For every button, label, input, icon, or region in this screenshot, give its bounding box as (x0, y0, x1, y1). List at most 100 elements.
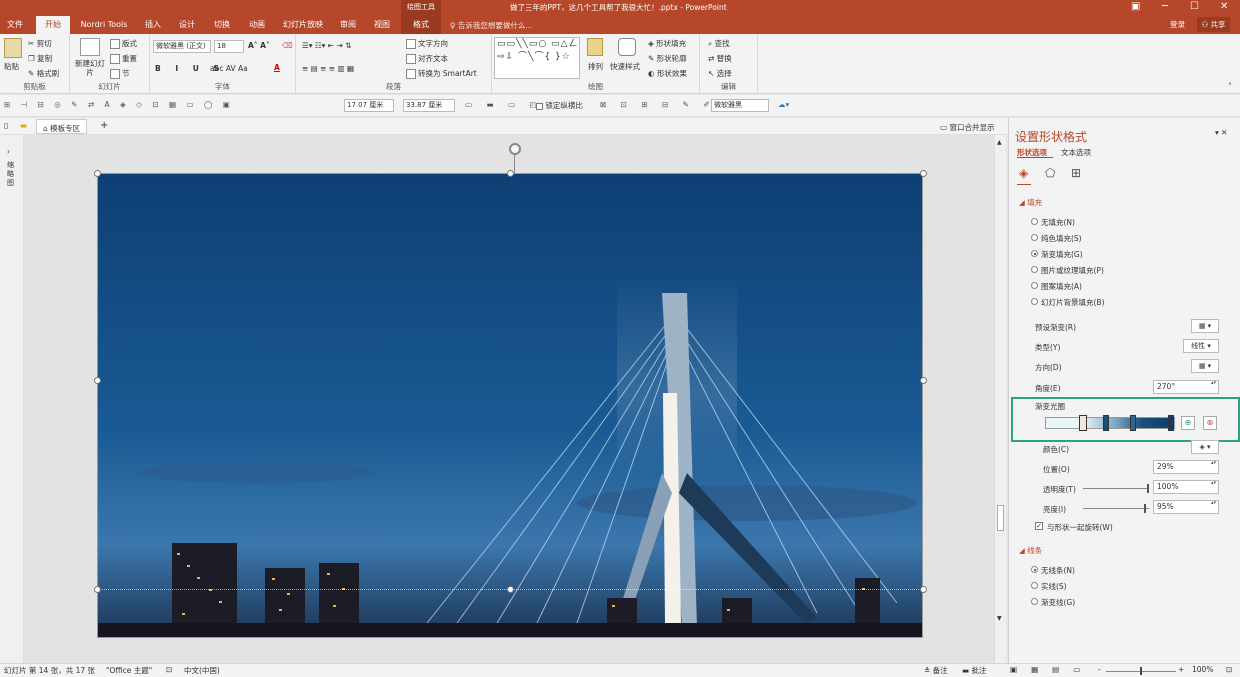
preset-gradient-dropdown[interactable]: ▦ ▾ (1191, 319, 1219, 333)
tab-transitions[interactable]: 切换 (206, 16, 238, 34)
find-button[interactable]: ⌕ 查找 (708, 38, 730, 49)
brightness-input[interactable]: 95% (1153, 500, 1219, 514)
tab-view[interactable]: 视图 (366, 16, 398, 34)
tab-slideshow[interactable]: 幻灯片放映 (276, 16, 330, 34)
maximize-icon[interactable]: ☐ (1190, 1, 1199, 13)
brightness-slider-thumb[interactable] (1144, 504, 1146, 513)
tab-design[interactable]: 设计 (172, 16, 202, 34)
spellcheck-icon[interactable]: ⊡ (166, 665, 172, 674)
align-text-button[interactable]: 对齐文本 (406, 53, 448, 64)
tab-insert[interactable]: 插入 (138, 16, 168, 34)
lock-ratio-checkbox[interactable]: 锁定纵横比 (536, 100, 583, 111)
line-section-header[interactable]: ◢ 线条 (1019, 545, 1042, 556)
tab-home[interactable]: 开始 (36, 16, 70, 34)
resize-handle-tr[interactable] (920, 170, 927, 177)
picture-fill-radio[interactable] (1031, 266, 1038, 273)
scroll-up-icon[interactable]: ▲ (997, 139, 1002, 146)
direction-dropdown[interactable]: ▦ ▾ (1191, 359, 1219, 373)
grow-font-icon[interactable]: A˄ A˅ (248, 41, 270, 50)
pane-options-icon[interactable]: ▾ ✕ (1215, 128, 1227, 137)
reset-button[interactable]: 重置 (110, 53, 137, 64)
transparency-slider-thumb[interactable] (1147, 484, 1149, 493)
resize-handle-tl[interactable] (94, 170, 101, 177)
transparency-slider-track[interactable] (1083, 488, 1149, 489)
type-dropdown[interactable]: 线性 ▾ (1183, 339, 1219, 353)
effects-pentagon-icon[interactable]: ⬠ (1045, 166, 1055, 180)
tab-text-options[interactable]: 文本选项 (1061, 147, 1091, 158)
fill-section-header[interactable]: ◢ 填充 (1019, 197, 1042, 208)
format-painter-button[interactable]: ✎ 格式刷 (28, 68, 59, 79)
arrange-icon[interactable] (587, 38, 603, 56)
align-buttons[interactable]: ≡ ▤ ≡ ≡ ▥ ▦ (302, 64, 354, 73)
expand-thumbnails-icon[interactable]: › (7, 147, 10, 156)
resize-handle-l[interactable] (94, 377, 101, 384)
merge-window-button[interactable]: ▭ 窗口合并显示 (940, 122, 994, 133)
fit-slide-icon[interactable]: ⊡ (1226, 665, 1232, 674)
resize-handle-r[interactable] (920, 377, 927, 384)
brightness-slider-track[interactable] (1083, 508, 1149, 509)
layout-button[interactable]: 版式 (110, 38, 137, 49)
paste-button[interactable]: 粘贴 (4, 61, 19, 72)
font-color-icon[interactable]: A (274, 63, 280, 72)
login-link[interactable]: 登录 (1170, 19, 1185, 30)
collapse-ribbon-icon[interactable]: ˄ (1228, 82, 1232, 91)
smartart-button[interactable]: 转换为 SmartArt (406, 68, 477, 79)
shapes-gallery[interactable]: ▭▭╲╲▭○ ▭△ㄥ⇨⇩ ⌒╲⌒{ }☆ (494, 37, 580, 79)
resize-handle-bl[interactable] (94, 586, 101, 593)
shape-effects-button[interactable]: ◐ 形状效果 (648, 68, 687, 79)
clear-format-icon[interactable]: ⌫ (282, 41, 293, 50)
tab-review[interactable]: 审阅 (334, 16, 362, 34)
quick-styles-button[interactable]: 快速样式 (610, 61, 640, 72)
cut-button[interactable]: ✂ 剪切 (28, 38, 52, 49)
add-stop-icon[interactable]: ⊕ (1181, 416, 1195, 430)
font-size-combo[interactable]: 18 (214, 40, 244, 53)
scroll-down-icon[interactable]: ▼ (997, 615, 1002, 622)
new-slide-button[interactable]: 新建幻灯片 (75, 59, 105, 77)
rotate-handle-icon[interactable] (509, 143, 521, 155)
folder-icon[interactable]: ▬ (20, 121, 27, 130)
gradient-stop-4[interactable] (1168, 415, 1174, 431)
copy-button[interactable]: ❐ 复制 (28, 53, 52, 64)
paste-icon[interactable] (4, 38, 22, 58)
quick-styles-icon[interactable] (618, 38, 636, 56)
quick-tool-icons-right[interactable]: ⊠ ⊡ ⊞ ⊟ ✎ ✐ (600, 100, 716, 109)
scroll-thumb[interactable] (997, 505, 1004, 531)
background-fill-radio[interactable] (1031, 298, 1038, 305)
quick-tool-icons-mid[interactable]: ▭ ▬ ▭ ◰ (465, 100, 543, 109)
gradient-stop-3[interactable] (1130, 415, 1136, 431)
size-properties-icon[interactable]: ⊞ (1071, 166, 1081, 180)
shape-outline-button[interactable]: ✎ 形状轮廓 (648, 53, 687, 64)
list-buttons[interactable]: ☰▾ ☷▾ ⇤ ⇥ ⇅ (302, 41, 351, 50)
gradient-stop-2[interactable] (1103, 415, 1109, 431)
shape-fill-button[interactable]: ◈ 形状填充 (648, 38, 686, 49)
new-slide-icon[interactable] (80, 38, 100, 56)
new-doc-icon[interactable]: ▯ (4, 121, 8, 130)
qat-font-combo[interactable]: 微软雅黑 (711, 99, 769, 112)
no-line-radio[interactable] (1031, 566, 1038, 573)
rotate-with-shape-checkbox[interactable]: ✓ (1035, 522, 1043, 530)
tab-animations[interactable]: 动画 (242, 16, 272, 34)
fill-line-icon[interactable]: ◈ (1019, 166, 1028, 180)
view-buttons[interactable]: ▣▦▤▭ (1010, 665, 1094, 674)
add-tab-icon[interactable]: + (100, 120, 108, 131)
zoom-level[interactable]: 100% (1192, 665, 1213, 674)
angle-input[interactable]: 270° (1153, 380, 1219, 394)
quick-tool-icons-left[interactable]: ⊞ ⊣ ⊟ ◎ ✎ ⇄ A ◈ ◇ ⊡ ▦ ▭ ◯ ▣ (4, 100, 234, 109)
close-icon[interactable]: ✕ (1220, 1, 1228, 13)
font-extra-icons[interactable]: abc AV Aa (210, 64, 248, 73)
notes-button[interactable]: ≜ 备注 (924, 665, 948, 676)
gradient-stops-bar[interactable] (1045, 417, 1175, 429)
solid-fill-radio[interactable] (1031, 234, 1038, 241)
tab-nordri-tools[interactable]: Nordri Tools (74, 16, 134, 34)
solid-line-radio[interactable] (1031, 582, 1038, 589)
vertical-scrollbar[interactable]: ▲ ▼ (994, 135, 1006, 663)
tab-file[interactable]: 文件 (0, 16, 30, 34)
comments-button[interactable]: ▬ 批注 (962, 665, 986, 676)
remove-stop-icon[interactable]: ⊗ (1203, 416, 1217, 430)
cloud-icon[interactable]: ☁▾ (778, 100, 789, 109)
no-fill-radio[interactable] (1031, 218, 1038, 225)
tell-me-box[interactable]: ♀ 告诉我您想要做什么... (450, 20, 533, 31)
zoom-slider-thumb[interactable] (1140, 667, 1142, 675)
resize-handle-b[interactable] (507, 586, 514, 593)
section-button[interactable]: 节 (110, 68, 130, 79)
